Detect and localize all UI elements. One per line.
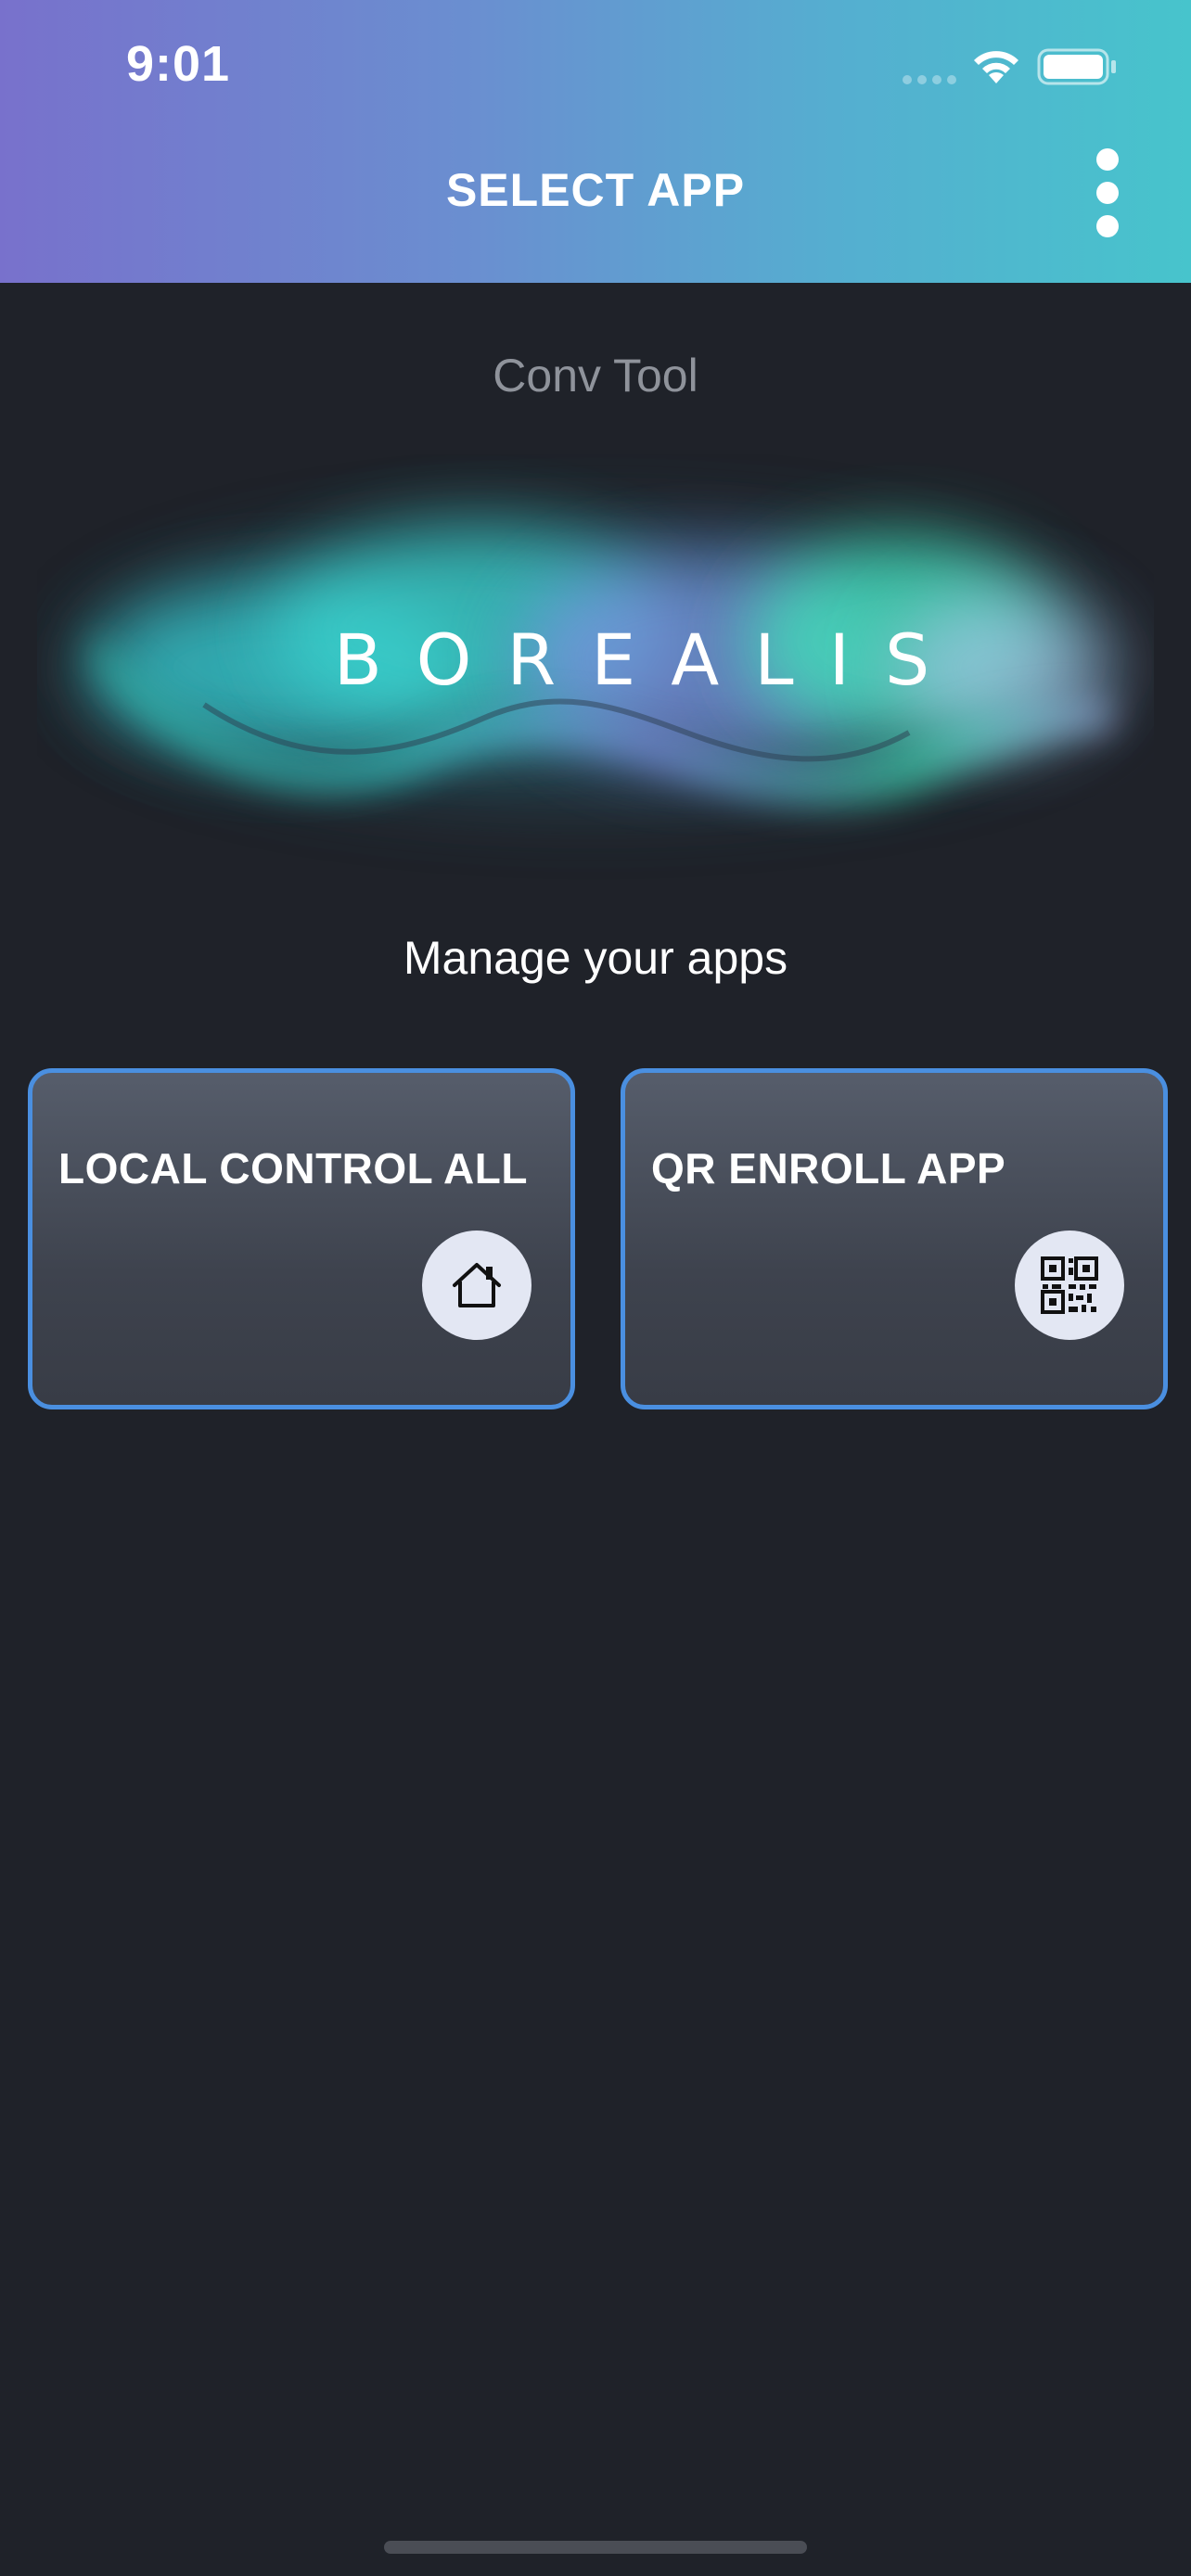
qr-enroll-app-card[interactable]: QR ENROLL APP [621, 1068, 1168, 1409]
logo-text: BOREALIS [334, 618, 965, 701]
more-vertical-icon [1096, 148, 1119, 171]
more-vertical-icon [1096, 182, 1119, 204]
home-icon-circle [422, 1231, 531, 1340]
status-time: 9:01 [126, 36, 231, 92]
local-control-all-card[interactable]: LOCAL CONTROL ALL [28, 1068, 575, 1409]
wifi-icon [974, 51, 1018, 83]
home-indicator[interactable] [384, 2541, 807, 2554]
home-icon [453, 1263, 501, 1307]
card-label: QR ENROLL APP [651, 1144, 1006, 1192]
qr-code-icon [1041, 1256, 1098, 1314]
battery-icon [1037, 48, 1116, 85]
qr-code-icon-circle [1015, 1231, 1124, 1340]
page-title: SELECT APP [445, 164, 746, 216]
more-options-button[interactable] [1080, 148, 1135, 237]
app-subtitle: Conv Tool [493, 350, 698, 402]
borealis-logo: BOREALIS [37, 454, 1154, 890]
app-header: 9:01 SELECT APP [0, 0, 1191, 283]
more-vertical-icon [1096, 215, 1119, 237]
cellular-signal-icon [903, 75, 956, 84]
select-app-screen: 9:01 SELECT APP Conv Tool BOREALIS Manag… [0, 0, 1191, 2576]
tagline: Manage your apps [403, 932, 788, 984]
card-label: LOCAL CONTROL ALL [58, 1144, 528, 1192]
